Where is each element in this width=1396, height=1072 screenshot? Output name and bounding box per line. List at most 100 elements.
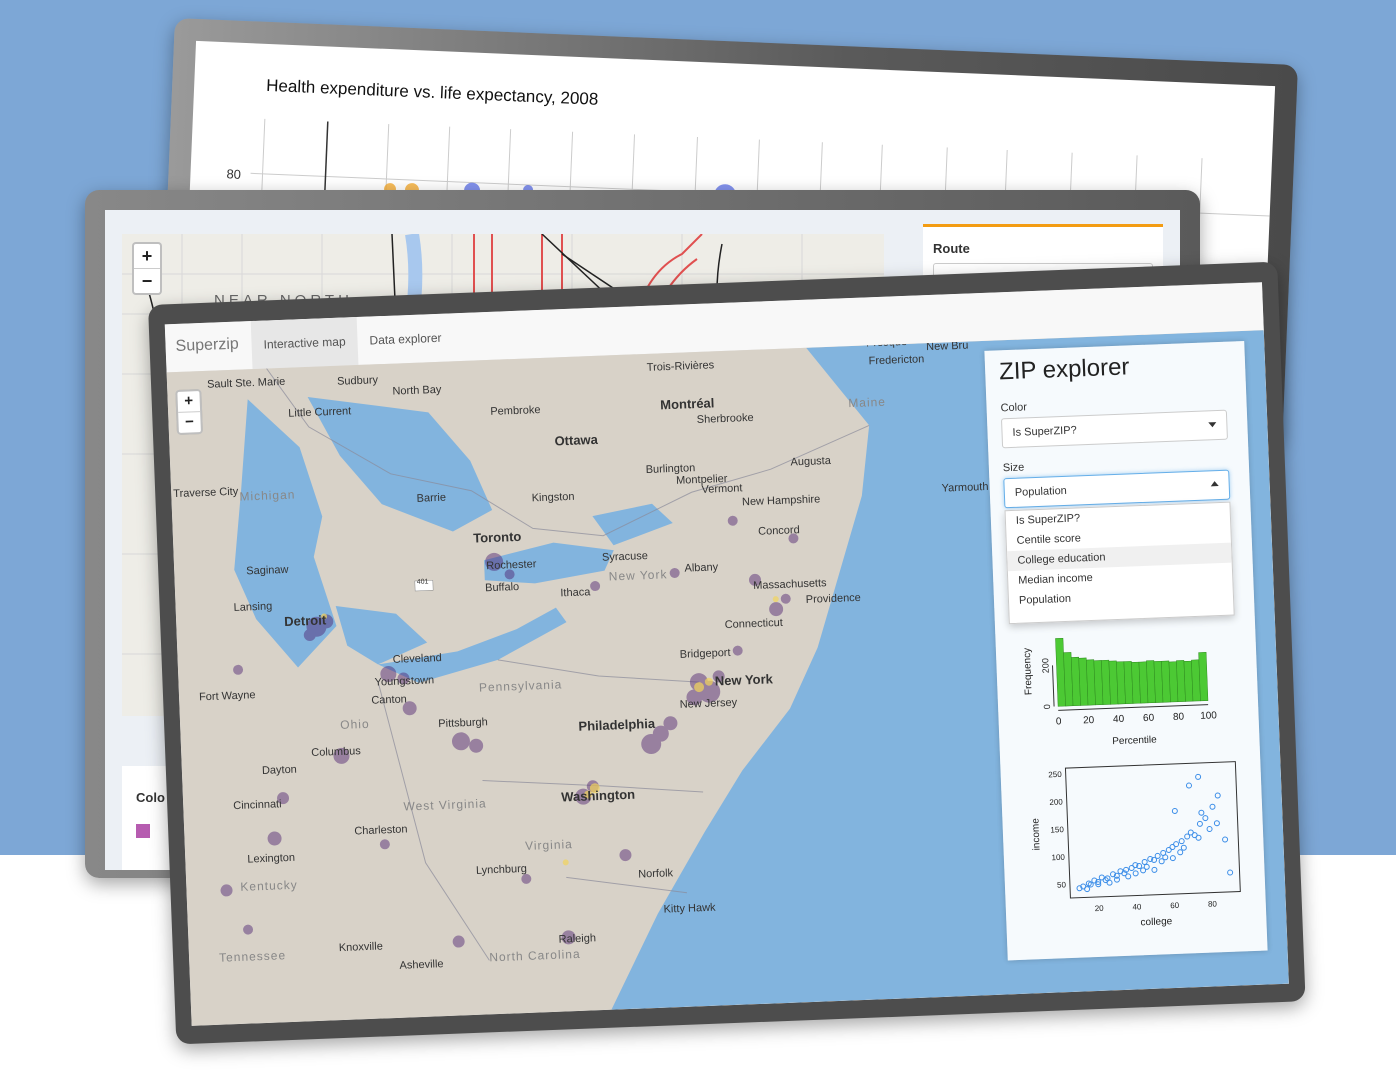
map-label: Yarmouth [941,480,989,495]
map-label: Norfolk [637,867,674,881]
scatter-point [1195,773,1202,780]
x-tick-label: 40 [1113,714,1125,725]
front-zoom-in-button[interactable]: + [177,391,200,412]
front-zoom-out-button[interactable]: − [178,411,201,433]
legend-label: Colo [136,790,165,805]
tab-interactive-map[interactable]: Interactive map [250,316,359,370]
y-tick-label: 200 [1049,797,1063,807]
x-axis-label: Percentile [1112,735,1157,748]
scatter-point [1084,886,1091,893]
map-label: Buffalo [484,580,520,595]
size-dropdown-menu: Is SuperZIP? Centile score College educa… [1004,501,1235,625]
mid-zoom-out-button[interactable]: − [134,268,160,293]
mid-zoom-in-button[interactable]: + [134,244,160,268]
map-label: Cleveland [392,651,442,666]
percentile-histogram: 0 20 40 60 80 100 0 200 Percentile Frequency [1022,637,1218,748]
map-label: Syracuse [601,550,649,564]
college-income-scatter: 20 40 60 80 50 100 150 200 250 college income [1030,761,1241,928]
scatter-point [1198,809,1205,816]
tab-data-explorer[interactable]: Data explorer [357,313,455,365]
scatter-point [1141,858,1148,865]
size-label: Size [1002,461,1025,475]
scatter-point [1151,866,1158,873]
map-label: Little Current [288,405,352,420]
map-label: Knoxville [338,940,384,955]
map-label: Fort Wayne [198,689,256,704]
map-label: Philadelphia [578,715,656,734]
x-tick-label: 80 [1173,712,1185,723]
y-tick-label: 150 [1050,825,1064,835]
route-label: Route [933,241,970,256]
map-label: Ottawa [554,431,599,449]
x-tick-label: 60 [1170,901,1180,910]
map-label: Sudbury [336,374,379,388]
zip-explorer-panel: ZIP explorer Color Is SuperZIP? Size Pop… [984,340,1268,961]
map-label: Providence [805,591,862,606]
scatter-point [1222,836,1229,843]
x-tick-label: 80 [1208,899,1218,908]
map-label: Kitty Hawk [663,901,716,916]
map-label: Youngstown [374,674,435,689]
map-label: Ithaca [560,586,591,600]
scatter-point [1177,849,1184,856]
y-axis-label: Frequency [1022,648,1035,696]
map-label: Augusta [790,454,832,469]
map-label: Traverse City [173,485,239,501]
scatter-point [1209,803,1216,810]
scatter-point [1178,838,1185,845]
map-label: Barrie [416,491,447,505]
color-select[interactable]: Is SuperZIP? [1000,409,1228,449]
scatter-point [1195,834,1202,841]
histogram-bar [1198,652,1209,702]
y-tick-label: 50 [1057,880,1067,889]
map-label: Columbus [311,745,362,760]
chevron-down-icon [1208,422,1217,428]
scatter-point [1206,826,1213,833]
map-label: New Jersey [679,696,738,711]
app-brand[interactable]: Superzip [175,336,239,356]
map-label: Kentucky [240,877,298,894]
map-label: Detroit [283,612,327,629]
mid-zoom-control: + − [132,242,162,295]
scatter-point [1213,820,1220,827]
map-label: Pembroke [490,404,541,418]
superzip-screen: Superzip Interactive map Data explorer +… [164,282,1289,1026]
map-label: Pittsburgh [438,716,489,731]
map-label: Lansing [233,600,273,614]
map-label: Charleston [354,823,408,838]
y-axis-label: income [1030,818,1042,851]
scatter-point [1214,792,1221,799]
map-label: Maine [848,394,887,411]
y-tick-label: 250 [1048,770,1062,780]
map-label: Tennessee [218,948,287,965]
map-label: Lynchburg [475,862,528,877]
map-label: Lexington [247,851,296,866]
scatter-point [1173,841,1180,848]
color-select-value: Is SuperZIP? [1012,424,1077,439]
map-label: Canton [371,693,408,707]
chevron-up-icon [1210,481,1219,487]
x-tick-label: 40 [1132,902,1142,911]
scatter-point [1171,807,1178,814]
x-tick-label: 20 [1095,904,1105,913]
x-axis-label: college [1140,916,1173,928]
map-label: Sherbrooke [696,411,754,427]
x-tick-label: 100 [1200,710,1218,722]
superzip-map[interactable]: + − Sault Ste. Marie Sudbury North Bay L… [166,330,1289,1026]
highway-label: 401 [416,578,429,586]
y-tick-label: 0 [1042,704,1052,709]
map-label: Connecticut [724,616,783,632]
map-label: Cincinnati [233,798,282,813]
map-label: Dayton [261,763,298,777]
legend-swatch [136,824,150,838]
scatter-point [1180,844,1187,851]
scatter-point [1132,870,1139,877]
y-tick-label: 200 [1040,658,1051,673]
map-label: Washington [560,786,636,805]
scatter-point [1227,869,1234,876]
scatter-point [1125,873,1132,880]
map-label: Toronto [472,528,522,546]
scatter-point [1106,879,1113,886]
panel-title: ZIP explorer [998,353,1130,386]
scatter-point [1196,820,1203,827]
